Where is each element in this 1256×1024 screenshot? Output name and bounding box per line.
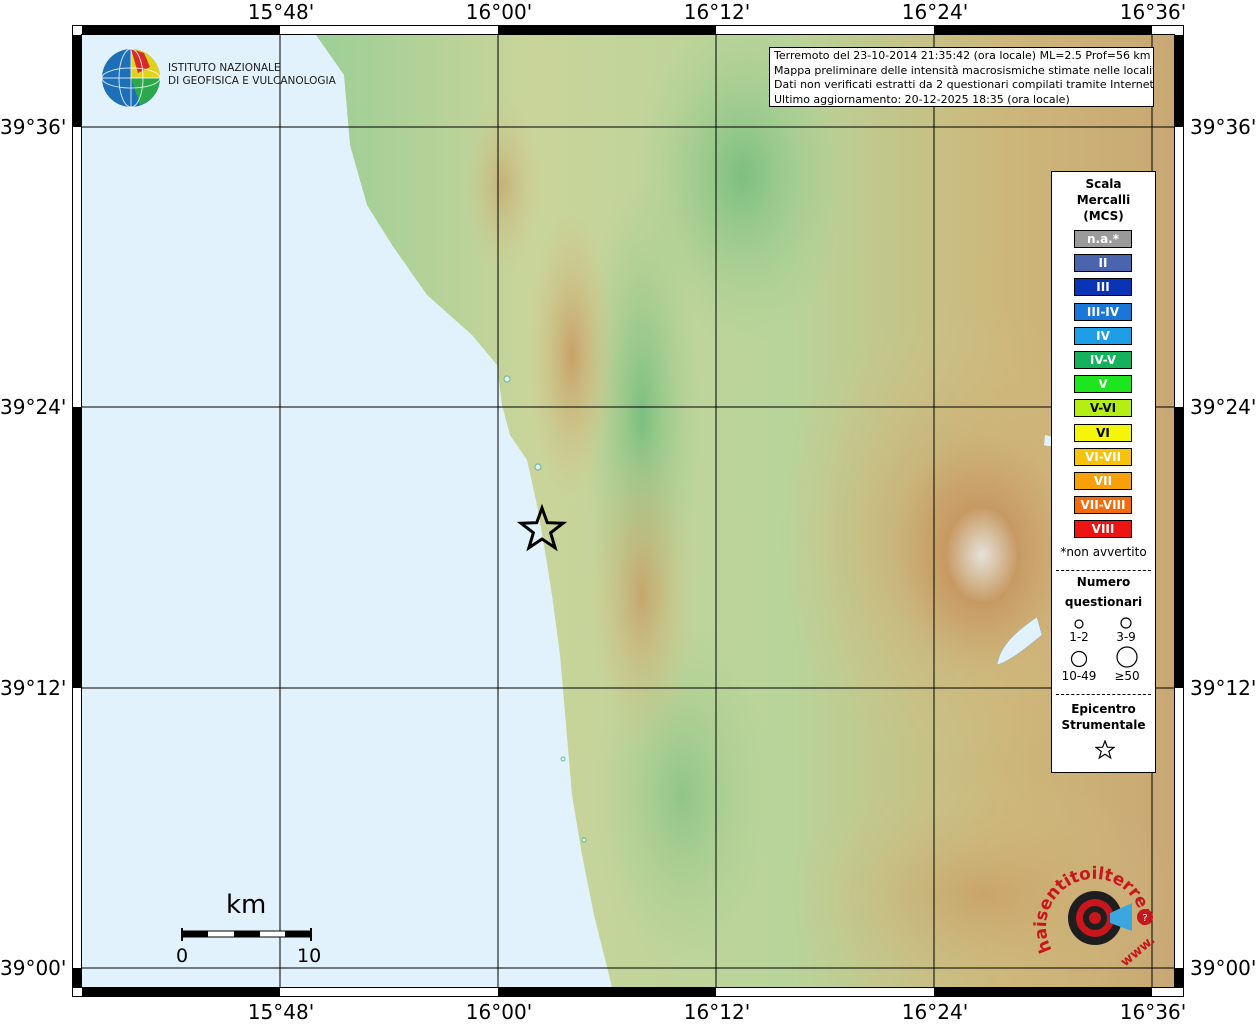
count-label-4: ≥50 [1114, 669, 1140, 683]
top-lon-5: 16°36' [1119, 0, 1187, 24]
top-lon-3: 16°12' [683, 0, 751, 24]
map-area[interactable] [82, 35, 1174, 987]
info-line-1: Terremoto del 23-10-2014 21:35:42 (ora l… [774, 49, 1151, 62]
count-title-2: questionari [1064, 595, 1143, 609]
right-lat-1: 39°36' [1190, 115, 1256, 139]
intensity-swatch: V [1074, 375, 1132, 394]
left-lat-2: 39°24' [0, 395, 67, 419]
left-lat-3: 39°12' [0, 676, 67, 700]
info-line-2: Mappa preliminare delle intensità macros… [774, 63, 1154, 77]
top-lon-4: 16°24' [901, 0, 969, 24]
intensity-swatch: III [1074, 278, 1132, 297]
count-label-3: 10-49 [1061, 669, 1097, 683]
legend-title-1: Scala [1085, 177, 1122, 191]
count-circle-medium [1120, 617, 1132, 629]
bottom-lon-5: 16°36' [1119, 1000, 1187, 1024]
bottom-lon-4: 16°24' [901, 1000, 969, 1024]
intensity-swatch: VI-VII [1074, 447, 1132, 466]
institute-name-line1: ISTITUTO NAZIONALE [168, 62, 281, 74]
count-circle-large [1070, 650, 1088, 668]
epicenter-title-2: Strumentale [1061, 718, 1146, 732]
bottom-lon-2: 16°00' [465, 1000, 533, 1024]
haisentito-logo: haisentitoilterremoto.it ? www. [1030, 855, 1158, 970]
legend-title-2: Mercalli [1076, 193, 1131, 207]
not-felt-note: *non avvertito [1060, 545, 1147, 559]
left-lat-1: 39°36' [0, 115, 67, 139]
intensity-swatch: IV-V [1074, 351, 1132, 369]
scale-unit: km [226, 890, 267, 920]
scale-end: 10 [297, 945, 322, 967]
globe-icon [101, 48, 161, 108]
intensity-swatch: n.a.* [1074, 230, 1132, 248]
legend-divider-2 [1056, 694, 1151, 695]
right-lat-3: 39°12' [1190, 676, 1256, 700]
right-lat-4: 39°00' [1190, 956, 1256, 980]
epicenter-title-1: Epicentro [1071, 702, 1136, 716]
top-lon-2: 16°00' [465, 0, 533, 24]
scale-start: 0 [176, 945, 189, 967]
left-lat-4: 39°00' [0, 956, 67, 980]
count-label-1: 1-2 [1069, 630, 1089, 644]
intensity-swatch: IV [1074, 326, 1132, 345]
legend-title-3: (MCS) [1083, 209, 1124, 223]
right-lat-2: 39°24' [1190, 395, 1256, 419]
intensity-swatch: VII-VIII [1074, 496, 1132, 515]
svg-text:?: ? [1142, 913, 1147, 924]
legend-divider-1 [1056, 570, 1151, 571]
intensity-swatch: VII [1074, 472, 1132, 490]
bottom-lon-3: 16°12' [683, 1000, 751, 1024]
info-line-3: Dati non verificati estratti da 2 questi… [774, 78, 1154, 91]
legend: Scala Mercalli (MCS) n.a.* II III III-IV IV I… [1051, 171, 1156, 773]
institute-name: ISTITUTO NAZIONALE DI GEOFISICA E VULCAN… [168, 62, 336, 88]
count-circle-small [1074, 619, 1084, 629]
logo-www: www. [1118, 933, 1158, 970]
star-icon [1095, 740, 1115, 760]
count-circle-xlarge [1116, 646, 1138, 668]
terrain-map [82, 35, 1174, 987]
scale-bar [181, 928, 312, 941]
bottom-lon-1: 15°48' [247, 1000, 315, 1024]
intensity-swatch: V-VI [1074, 399, 1132, 418]
count-title-1: Numero [1076, 575, 1131, 589]
institute-name-line2: DI GEOFISICA E VULCANOLOGIA [168, 75, 336, 87]
intensity-swatch: VI [1074, 423, 1132, 442]
top-lon-1: 15°48' [247, 0, 315, 24]
info-line-4: Ultimo aggiornamento: 20-12-2025 18:35 (… [774, 92, 1070, 106]
intensity-swatch: VIII [1074, 520, 1132, 539]
earthquake-info-box: Terremoto del 23-10-2014 21:35:42 (ora l… [769, 47, 1154, 107]
intensity-swatch: III-IV [1074, 302, 1132, 321]
count-label-2: 3-9 [1116, 630, 1136, 644]
intensity-swatch: II [1074, 254, 1132, 273]
